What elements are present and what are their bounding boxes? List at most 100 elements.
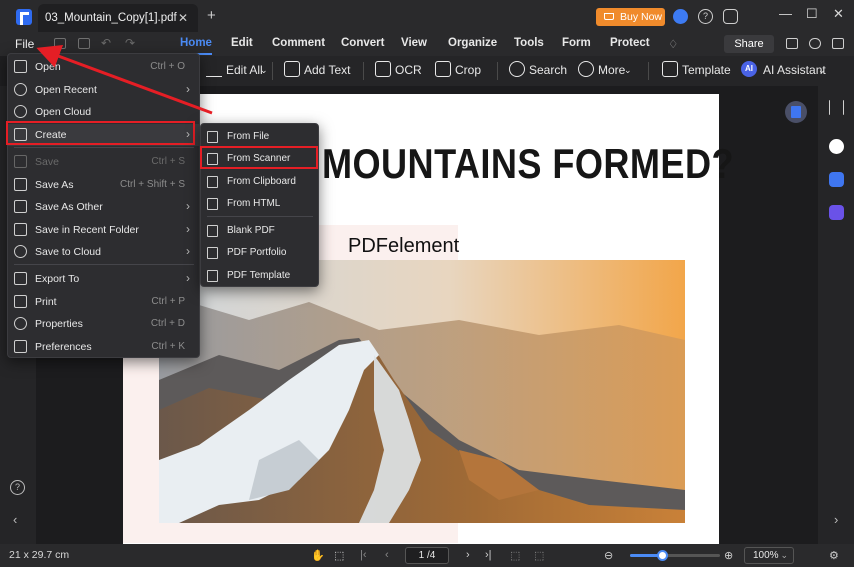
undo-icon[interactable]: ↶	[101, 36, 113, 50]
settings-icon[interactable]: ⚙	[829, 549, 839, 562]
file-menu-panel: Open Ctrl + O Open Recent › Open Cloud Create…	[7, 53, 200, 358]
create-submenu-item-from-clipboard[interactable]: From Clipboard	[201, 171, 318, 193]
fit-page-icon[interactable]: ⬚	[510, 549, 520, 562]
fit-width-icon[interactable]: ⬚	[534, 549, 544, 562]
file-menu-item-open-recent[interactable]: Open Recent ›	[8, 79, 199, 101]
redo-icon[interactable]: ↷	[125, 36, 137, 50]
close-window-icon[interactable]: ✕	[833, 6, 844, 22]
file-menu-item-print[interactable]: Print Ctrl + P	[8, 291, 199, 313]
properties-panel-icon[interactable]	[829, 100, 844, 115]
more-button[interactable]: More	[598, 63, 625, 77]
check-icon[interactable]	[829, 205, 844, 220]
file-menu-item-open[interactable]: Open Ctrl + O	[8, 56, 199, 78]
file-menu-shortcut: Ctrl + S	[151, 156, 185, 167]
first-page-icon[interactable]: |‹	[360, 549, 367, 561]
expand-right-icon[interactable]: ›	[834, 512, 838, 527]
file-menu-label: Save As	[35, 179, 74, 191]
zoom-slider-thumb[interactable]	[656, 550, 668, 561]
cart-icon	[604, 13, 614, 20]
minimize-icon[interactable]: —	[779, 6, 792, 21]
translate-icon[interactable]	[829, 172, 844, 187]
toolbar-divider	[272, 62, 273, 80]
file-menu-item-save-in-recent-folder[interactable]: Save in Recent Folder ›	[8, 219, 199, 241]
create-submenu-item-from-file[interactable]: From File	[201, 126, 318, 148]
create-submenu-item-pdf-template[interactable]: PDF Template	[201, 265, 318, 287]
network-icon[interactable]	[786, 38, 798, 49]
help-icon[interactable]: ?	[698, 9, 713, 24]
create-submenu-item-pdf-portfolio[interactable]: PDF Portfolio	[201, 242, 318, 264]
file-menu-item-export-to[interactable]: Export To ›	[8, 268, 199, 290]
page-size-label: 21 x 29.7 cm	[9, 549, 70, 561]
tab-form[interactable]: Form	[562, 37, 591, 49]
template-button[interactable]: Template	[682, 63, 731, 77]
collapse-left-icon[interactable]: ‹	[13, 512, 17, 527]
new-tab-icon[interactable]: +	[207, 7, 216, 24]
file-menu-shortcut: Ctrl + K	[151, 341, 185, 352]
select-tool-icon[interactable]: ⬚	[334, 549, 344, 562]
zoom-out-icon[interactable]: ⊖	[604, 549, 613, 562]
avatar[interactable]	[673, 9, 688, 24]
search-button[interactable]: Search	[529, 63, 567, 77]
ocr-button[interactable]: OCR	[395, 63, 422, 77]
help-icon[interactable]: ?	[10, 480, 25, 495]
more-chevron-icon[interactable]: ⌄	[624, 65, 632, 76]
crop-button[interactable]: Crop	[455, 63, 481, 77]
hand-tool-icon[interactable]: ✋	[311, 549, 325, 562]
file-menu-item-save: Save Ctrl + S	[8, 151, 199, 173]
lightbulb-icon[interactable]: ♢	[668, 37, 678, 51]
file-menu-item-properties[interactable]: Properties Ctrl + D	[8, 313, 199, 335]
tab-comment[interactable]: Comment	[272, 37, 325, 49]
tab-edit[interactable]: Edit	[231, 37, 253, 49]
crop-icon	[435, 61, 451, 77]
edit-all-chevron-icon[interactable]: ⌄	[260, 65, 268, 76]
edit-all-button[interactable]: Edit All	[226, 63, 263, 77]
menu-divider	[207, 216, 313, 217]
zoom-level-select[interactable]: 100% ⌄	[744, 547, 794, 564]
file-menu-item-save-as-other[interactable]: Save As Other ›	[8, 196, 199, 218]
ai-assistant-chevron-icon[interactable]: ⌄	[818, 65, 826, 76]
file-menu-item-save-to-cloud[interactable]: Save to Cloud ›	[8, 241, 199, 263]
toolbar-divider	[497, 62, 498, 80]
document-tab[interactable]: 03_Mountain_Copy[1].pdf ✕	[38, 4, 198, 32]
print-quick-icon[interactable]	[78, 38, 90, 49]
share-button[interactable]: Share	[724, 35, 774, 53]
page-headline: MOUNTAINS FORMED?	[322, 140, 734, 187]
chatbot-icon[interactable]	[829, 139, 844, 154]
toolbar-divider	[648, 62, 649, 80]
clock-icon	[14, 83, 27, 96]
file-menu-label: Open Recent	[35, 84, 97, 96]
file-menu-item-save-as[interactable]: Save As Ctrl + Shift + S	[8, 174, 199, 196]
last-page-icon[interactable]: ›|	[485, 549, 492, 561]
convert-to-word-icon[interactable]	[785, 101, 807, 123]
tab-close-icon[interactable]: ✕	[178, 11, 188, 25]
tab-organize[interactable]: Organize	[448, 37, 497, 49]
folder-icon	[14, 223, 27, 236]
tab-protect[interactable]: Protect	[610, 37, 650, 49]
file-menu-button[interactable]: File	[15, 37, 34, 51]
cloud-upload-icon[interactable]	[809, 38, 821, 49]
file-menu-item-open-cloud[interactable]: Open Cloud	[8, 101, 199, 123]
zoom-in-icon[interactable]: ⊕	[724, 549, 733, 562]
next-page-icon[interactable]: ›	[466, 549, 470, 561]
ocr-icon	[375, 61, 391, 77]
maximize-icon[interactable]: ☐	[806, 6, 818, 22]
create-submenu-item-blank-pdf[interactable]: Blank PDF	[201, 220, 318, 242]
add-text-icon	[284, 61, 300, 77]
notification-icon[interactable]	[723, 9, 738, 24]
zoom-slider[interactable]	[630, 550, 720, 561]
buy-now-button[interactable]: Buy Now	[596, 8, 665, 26]
tab-tools[interactable]: Tools	[514, 37, 544, 49]
tab-home[interactable]: Home	[180, 37, 212, 49]
create-submenu-item-from-html[interactable]: From HTML	[201, 193, 318, 215]
page-number-input[interactable]: 1 /4	[405, 547, 449, 564]
save-quick-icon[interactable]	[54, 38, 66, 49]
tab-convert[interactable]: Convert	[341, 37, 384, 49]
ai-assistant-button[interactable]: AI Assistant	[763, 63, 826, 77]
collapse-icon[interactable]	[832, 38, 844, 49]
create-submenu-label: From Clipboard	[227, 176, 296, 187]
file-menu-item-preferences[interactable]: Preferences Ctrl + K	[8, 336, 199, 358]
file-menu-label: Export To	[35, 273, 80, 285]
add-text-button[interactable]: Add Text	[304, 63, 350, 77]
previous-page-icon[interactable]: ‹	[385, 549, 389, 561]
tab-view[interactable]: View	[401, 37, 427, 49]
